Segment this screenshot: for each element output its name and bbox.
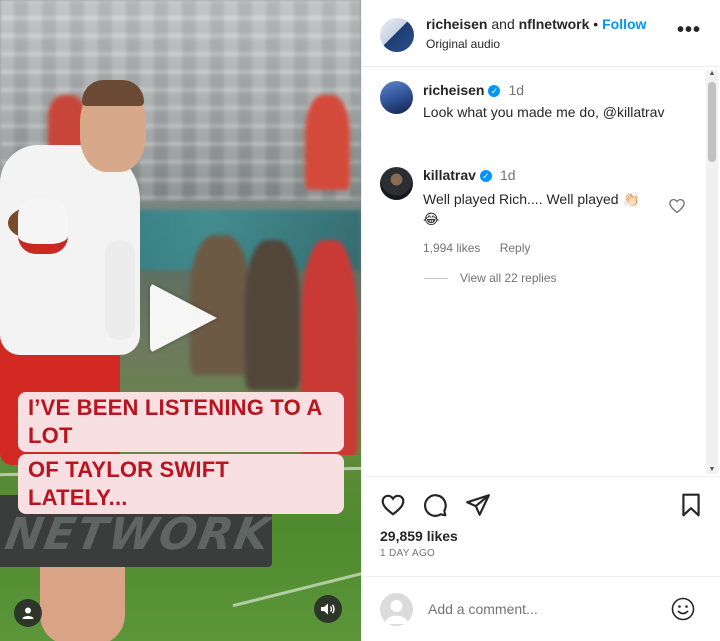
comment-text: Well played Rich.... Well played 👏🏻 — [423, 191, 640, 207]
comments-scrollbar[interactable]: ▲ ▼ — [706, 70, 718, 474]
video-caption: I’VE BEEN LISTENING TO A LOT OF TAYLOR S… — [18, 392, 344, 516]
sign-text: NETWORK — [1, 509, 272, 560]
audio-label[interactable]: Original audio — [426, 37, 500, 51]
comment-item: killatrav ✓ 1d Well played Rich.... Well p… — [423, 167, 673, 255]
bookmark-icon[interactable] — [678, 492, 704, 518]
comment-username[interactable]: killatrav — [423, 167, 476, 183]
emoji-icon[interactable] — [671, 597, 695, 621]
comments-section: richeisen ✓ 1d Look what you made me do, @… — [362, 68, 707, 475]
username-nflnetwork[interactable]: nflnetwork — [519, 16, 590, 32]
scroll-up-icon[interactable]: ▲ — [707, 70, 717, 78]
view-replies-label: View all 22 replies — [460, 271, 557, 285]
comment-username[interactable]: richeisen — [423, 82, 484, 98]
comment-bar — [362, 576, 720, 641]
reel-video[interactable]: NETWORK I’VE BEEN LISTENING TO A LOT OF … — [0, 0, 361, 641]
comment-text: Look what you made me do, @killatrav — [423, 104, 665, 120]
heart-icon[interactable] — [668, 197, 686, 215]
comment-time[interactable]: 1d — [500, 167, 516, 183]
post-header: richeisen and nflnetwork • Follow Origin… — [362, 0, 720, 67]
and-text: and — [491, 16, 515, 32]
caption-comment: richeisen ✓ 1d Look what you made me do, @… — [423, 82, 693, 122]
replies-divider — [424, 277, 448, 279]
comment-likes[interactable]: 1,994 likes — [423, 241, 480, 255]
player-glove — [18, 198, 68, 254]
share-icon[interactable] — [465, 492, 491, 518]
post-panel: richeisen and nflnetwork • Follow Origin… — [361, 0, 720, 641]
player-arm — [105, 240, 135, 340]
caption-line-1: I’VE BEEN LISTENING TO A LOT — [18, 392, 344, 452]
header-usernames: richeisen and nflnetwork • Follow — [426, 16, 646, 32]
player-hair — [82, 80, 144, 106]
divider — [362, 476, 720, 477]
speaker-icon[interactable] — [314, 595, 342, 623]
more-options-icon[interactable]: ••• — [677, 20, 701, 40]
post-timestamp[interactable]: 1 DAY AGO — [380, 548, 435, 559]
avatar[interactable] — [380, 167, 413, 200]
comment-icon[interactable] — [422, 492, 448, 518]
user-icon[interactable] — [14, 599, 42, 627]
post-likes[interactable]: 29,859 likes — [380, 528, 458, 544]
avatar[interactable] — [380, 81, 413, 114]
verified-icon: ✓ — [488, 85, 501, 97]
follow-button[interactable]: Follow — [602, 16, 646, 32]
username-richeisen[interactable]: richeisen — [426, 16, 487, 32]
comment-meta: 1,994 likes Reply — [423, 241, 673, 255]
heart-icon[interactable] — [380, 492, 406, 518]
comment-time[interactable]: 1d — [508, 82, 524, 98]
caption-line-2: OF TAYLOR SWIFT LATELY... — [18, 454, 344, 514]
background-person — [245, 240, 300, 390]
separator-dot: • — [593, 16, 599, 32]
verified-icon: ✓ — [479, 170, 492, 182]
reply-button[interactable]: Reply — [500, 241, 531, 255]
scroll-thumb[interactable] — [708, 82, 716, 162]
avatar — [380, 593, 413, 626]
comment-text-emoji: 😂 — [423, 211, 440, 227]
user-icon — [385, 600, 408, 624]
comment-input[interactable] — [428, 597, 648, 621]
play-icon[interactable] — [150, 283, 217, 353]
avatar[interactable] — [380, 18, 414, 52]
scroll-down-icon[interactable]: ▼ — [707, 466, 717, 474]
background-person — [305, 95, 350, 190]
view-replies-button[interactable]: View all 22 replies — [424, 271, 557, 285]
